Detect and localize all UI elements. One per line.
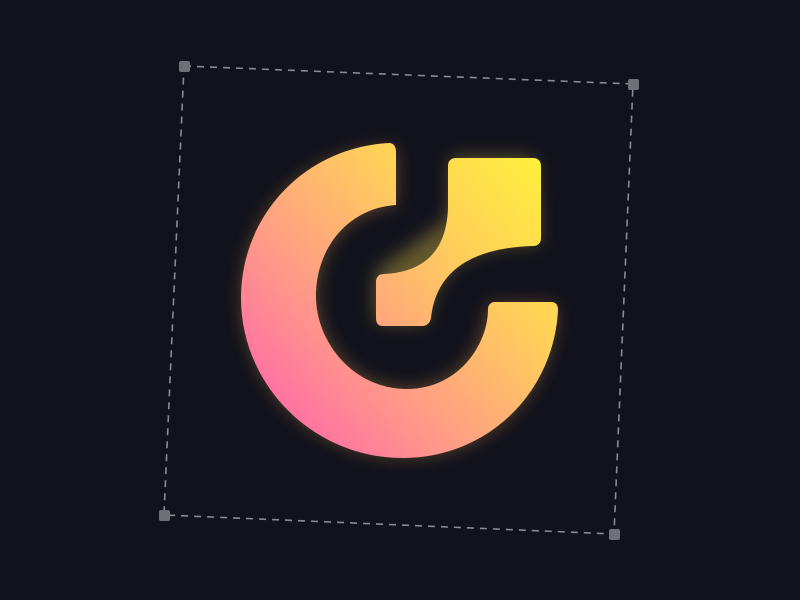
- design-canvas[interactable]: [0, 0, 800, 600]
- resize-handle-top-left[interactable]: [179, 61, 190, 72]
- resize-handle-bottom-left[interactable]: [159, 510, 170, 521]
- resize-handle-top-right[interactable]: [628, 79, 639, 90]
- resize-handle-bottom-right[interactable]: [609, 529, 620, 540]
